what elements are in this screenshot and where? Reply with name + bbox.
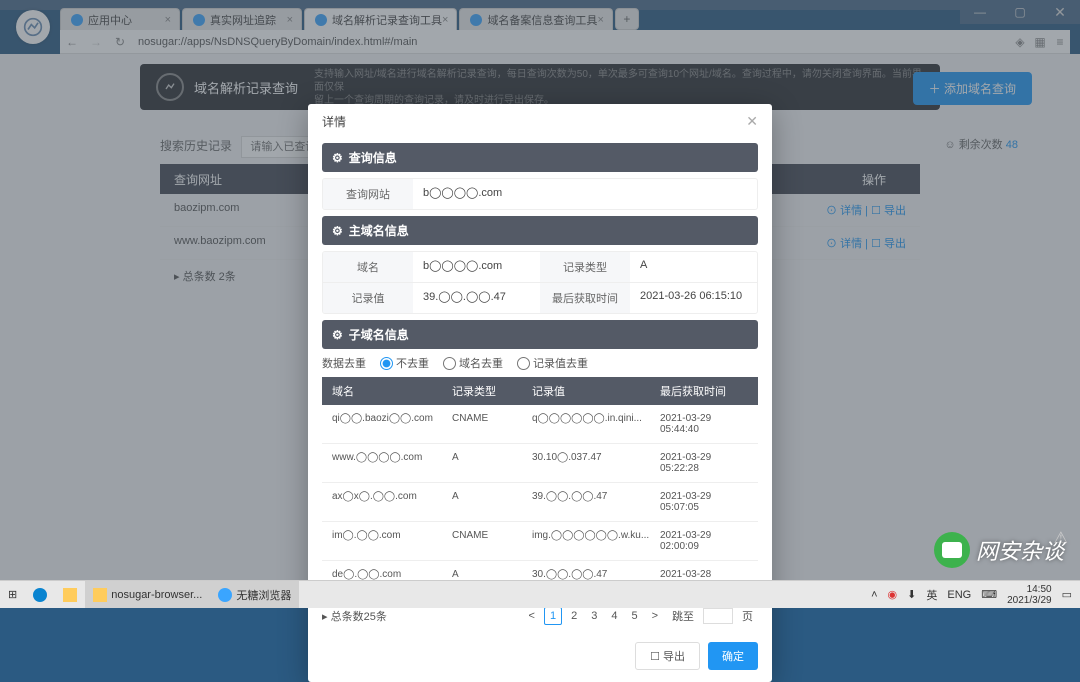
query-site-label: 查询网站 [323,179,413,209]
rectype-value: A [630,252,757,282]
page-1[interactable]: 1 [544,607,562,625]
lang-indicator[interactable]: 英 [926,587,937,603]
dedup-none[interactable]: 不去重 [380,355,429,371]
dedup-label: 数据去重 [322,355,366,371]
taskbar-app-1[interactable]: nosugar-browser... [85,581,210,608]
tray-download-icon[interactable]: ⬇ [907,588,916,601]
page-2[interactable]: 2 [566,608,582,624]
page-3[interactable]: 3 [586,608,602,624]
gear-icon: ⚙ [332,151,343,165]
taskbar-app-2[interactable]: 无糖浏览器 [210,581,299,608]
notification-icon[interactable]: ▭ [1062,588,1072,601]
ime-icon[interactable]: ⌨ [981,588,997,601]
page-4[interactable]: 4 [606,608,622,624]
subdomain-row: qi◯◯.baozi◯◯.comCNAMEq◯◯◯◯◯◯.in.qini...2… [322,405,758,444]
taskbar: ⊞ nosugar-browser... 无糖浏览器 ˄ ◉ ⬇ 英 ENG ⌨… [0,580,1080,608]
modal-close-button[interactable]: ✕ [746,113,758,130]
edge-icon[interactable] [25,581,55,608]
subdomain-header: 域名 记录类型 记录值 最后获取时间 [322,377,758,405]
col-time: 最后获取时间 [660,383,748,399]
page-next[interactable]: > [647,608,663,624]
lasttime-label: 最后获取时间 [540,283,630,313]
gear-icon: ⚙ [332,224,343,238]
subdomain-row: ax◯x◯.◯◯.comA39.◯◯.◯◯.472021-03-29 05:07… [322,483,758,522]
page-5[interactable]: 5 [626,608,642,624]
modal-title: 详情 [322,113,346,130]
goto-label: 跳至 [667,606,699,626]
tray-notif-icon[interactable]: ◉ [888,588,898,601]
clock[interactable]: 14:502021/3/29 [1007,584,1052,606]
page-prev[interactable]: < [524,608,540,624]
lasttime-value: 2021-03-26 06:15:10 [630,283,757,313]
recval-value: 39.◯◯.◯◯.47 [413,283,540,313]
col-domain: 域名 [332,383,452,399]
goto-input[interactable] [703,608,733,624]
gear-icon: ⚙ [332,328,343,342]
start-button[interactable]: ⊞ [0,581,25,608]
ok-button[interactable]: 确定 [708,642,758,670]
section-query-info: ⚙查询信息 [322,143,758,172]
domain-label: 域名 [323,252,413,282]
subdomain-row: im◯.◯◯.comCNAMEimg.◯◯◯◯◯◯.w.ku...2021-03… [322,522,758,561]
section-sub-domain: ⚙子域名信息 [322,320,758,349]
recval-label: 记录值 [323,283,413,313]
watermark: 网安杂谈 [934,532,1064,568]
system-tray: ˄ ◉ ⬇ 英 ENG ⌨ 14:502021/3/29 ▭ [871,584,1080,606]
dedup-domain[interactable]: 域名去重 [443,355,503,371]
col-type: 记录类型 [452,383,532,399]
subdomain-row: www.◯◯◯◯.comA30.10◯.037.472021-03-29 05:… [322,444,758,483]
explorer-icon[interactable] [55,581,85,608]
wechat-icon [934,532,970,568]
tray-up-icon[interactable]: ˄ [871,589,877,601]
section-main-domain: ⚙主域名信息 [322,216,758,245]
page-label: 页 [737,606,758,626]
export-button[interactable]: ☐ 导出 [635,642,700,670]
dedup-options: 数据去重 不去重 域名去重 记录值去重 [322,355,758,371]
subdomain-total: ▸ 总条数25条 [322,608,387,624]
domain-value: b◯◯◯◯.com [413,252,540,282]
dedup-recval[interactable]: 记录值去重 [517,355,588,371]
col-value: 记录值 [532,383,660,399]
lang-indicator-2: ENG [947,589,971,601]
rectype-label: 记录类型 [540,252,630,282]
pagination: < 1 2 3 4 5 > 跳至 页 [524,606,759,626]
query-site-value: b◯◯◯◯.com [413,179,757,209]
